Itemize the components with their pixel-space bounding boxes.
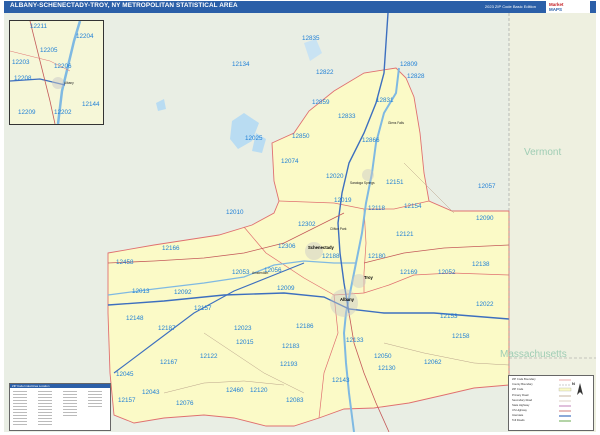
city-label-troy: Troy <box>364 275 373 280</box>
city-label-glens-falls: Glens Falls <box>388 121 404 125</box>
inset-zip: 12144 <box>82 101 100 108</box>
inset-zip: 12209 <box>18 109 36 116</box>
zip-label: 12050 <box>374 353 392 360</box>
zip-label: 12120 <box>250 387 268 394</box>
map-title: ALBANY-SCHENECTADY-TROY, NY METROPOLITAN… <box>10 2 238 9</box>
zip-label: 12122 <box>200 353 218 360</box>
legend-row: ZIP Code <box>512 388 524 391</box>
zip-label: 12166 <box>162 245 180 252</box>
zip-label: 12850 <box>292 133 310 140</box>
inset-zip: 12206 <box>54 63 72 70</box>
legend-row: Interstate <box>512 414 524 417</box>
city-label-clifton-park: Clifton Park <box>330 227 347 231</box>
zip-label: 12153 <box>440 313 458 320</box>
zip-label: 12458 <box>116 259 134 266</box>
state-label-massachusetts: Massachusetts <box>500 349 567 360</box>
zip-index-panel: ZIP Code Index/Area Location <box>9 383 111 431</box>
zip-label: 12015 <box>236 339 254 346</box>
zip-label: 12186 <box>296 323 314 330</box>
inset-zip: 12205 <box>40 47 58 54</box>
legend-row: Primary Road <box>512 394 529 397</box>
zip-label: 12133 <box>346 337 364 344</box>
zip-label: 12306 <box>278 243 296 250</box>
zip-label: 12158 <box>452 333 470 340</box>
zip-label: 12052 <box>438 269 456 276</box>
zip-label: 12866 <box>362 137 380 144</box>
inset-zip: 12211 <box>30 23 48 30</box>
zip-label: 12809 <box>400 61 418 68</box>
zip-label: 12010 <box>226 209 244 216</box>
inset-map[interactable]: 12211 12204 12205 12203 12206 12208 1214… <box>9 20 104 125</box>
zip-label: 12056 <box>264 267 282 274</box>
zip-label: 12025 <box>245 135 263 142</box>
zip-label: 12187 <box>158 325 176 332</box>
zip-label: 12157 <box>118 397 136 404</box>
zip-label: 12062 <box>424 359 442 366</box>
zip-label: 12833 <box>338 113 356 120</box>
map-canvas[interactable]: 12211 12204 12205 12203 12206 12208 1214… <box>4 13 596 432</box>
legend-row: County Boundary <box>512 383 533 386</box>
map-frame: ALBANY-SCHENECTADY-TROY, NY METROPOLITAN… <box>0 0 600 435</box>
inset-zip: 12202 <box>54 109 72 116</box>
zip-label: 12045 <box>116 371 134 378</box>
zip-label: 12183 <box>282 343 300 350</box>
zip-label: 12835 <box>302 35 320 42</box>
inset-zip: 12208 <box>14 75 32 82</box>
zip-label: 12043 <box>142 389 160 396</box>
inset-zip: 12203 <box>12 59 30 66</box>
legend-row: State Highway <box>512 404 530 407</box>
zip-label: 12057 <box>478 183 496 190</box>
zip-label: 12020 <box>326 173 344 180</box>
inset-city-label: Albany <box>64 81 74 85</box>
zip-label: 12053 <box>232 269 250 276</box>
zip-label: 12009 <box>277 285 295 292</box>
legend-row: US Highway <box>512 409 527 412</box>
zip-label: 12022 <box>476 301 494 308</box>
zip-label: 12013 <box>132 288 150 295</box>
zip-label: 12076 <box>176 400 194 407</box>
zip-label: 12118 <box>368 205 386 212</box>
zip-label: 12019 <box>334 197 352 204</box>
zip-label: 12130 <box>378 365 396 372</box>
zip-label: 12148 <box>126 315 144 322</box>
market-maps-logo: Market MAPS <box>546 1 590 13</box>
zip-label: 12180 <box>368 253 386 260</box>
zip-label: 12302 <box>298 221 316 228</box>
zip-label: 12083 <box>286 397 304 404</box>
zip-label: 12188 <box>322 253 340 260</box>
zip-label: 12023 <box>234 325 252 332</box>
zip-label: 12143 <box>332 377 350 384</box>
zip-label: 12157 <box>194 305 212 312</box>
zip-label: 12138 <box>472 261 490 268</box>
zip-label: 12828 <box>407 73 425 80</box>
zip-label: 12121 <box>396 231 414 238</box>
zip-label: 12092 <box>174 289 192 296</box>
legend-row: ZIP Code Boundary <box>512 378 536 381</box>
compass-rose-icon: N <box>572 381 588 399</box>
zip-label: 12169 <box>400 269 418 276</box>
city-label-schenectady: Schenectady <box>308 245 334 250</box>
zip-label: 12193 <box>280 361 298 368</box>
edition-label: 2023 ZIP Code Basic Edition <box>484 4 536 9</box>
inset-zip: 12204 <box>76 33 94 40</box>
zip-label: 12151 <box>386 179 404 186</box>
zip-index-table <box>13 391 102 425</box>
legend-row: Toll Roads <box>512 419 525 422</box>
zip-label: 12134 <box>232 61 250 68</box>
compass-north-label: N <box>572 381 575 386</box>
zip-label: 12090 <box>476 215 494 222</box>
zip-label: 12074 <box>281 158 299 165</box>
zip-label: 12831 <box>376 97 394 104</box>
zip-label: 12460 <box>226 387 244 394</box>
logo-line-2: MAPS <box>549 7 563 12</box>
title-bar: ALBANY-SCHENECTADY-TROY, NY METROPOLITAN… <box>4 1 596 13</box>
city-label-saratoga: Saratoga Springs <box>350 181 375 185</box>
zip-label: 12154 <box>404 203 422 210</box>
zip-label: 12859 <box>312 99 330 106</box>
city-label-albany: Albany <box>340 297 354 302</box>
zip-label: 12167 <box>160 359 178 366</box>
state-label-vermont: Vermont <box>524 147 562 158</box>
legend-row: Secondary Road <box>512 399 533 402</box>
zip-label: 12822 <box>316 69 334 76</box>
